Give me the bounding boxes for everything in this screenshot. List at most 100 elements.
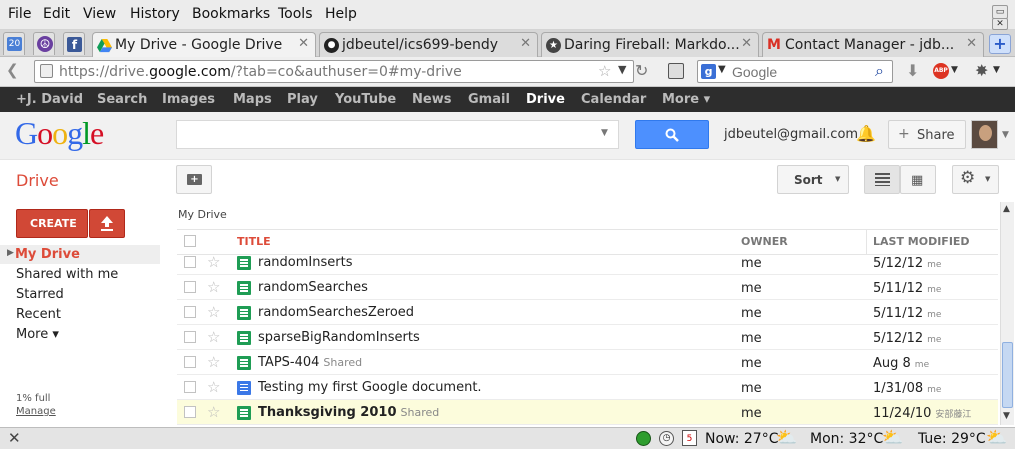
google-search-engine-icon[interactable]: g	[701, 64, 716, 79]
file-name[interactable]: randomSearchesZeroed	[258, 305, 414, 320]
menu-tools[interactable]: Tools	[278, 6, 313, 22]
gbar-search[interactable]: Search	[97, 92, 147, 107]
url-bar[interactable]: https://drive.google.com/?tab=co&authuse…	[34, 60, 648, 83]
adblock-dropdown-icon[interactable]: ▼	[951, 65, 958, 75]
star-icon[interactable]: ☆	[207, 403, 220, 421]
table-row[interactable]: ☆ TAPS-404 Shared me Aug 8 me	[177, 350, 998, 375]
print-icon[interactable]	[668, 63, 684, 79]
drive-title[interactable]: Drive	[16, 171, 59, 190]
search-icon[interactable]: ⌕	[875, 61, 884, 81]
new-folder-button[interactable]: +	[176, 165, 212, 194]
menu-file[interactable]: File	[8, 6, 31, 22]
gbar-gmail[interactable]: Gmail	[468, 92, 510, 107]
scroll-down-icon[interactable]: ▼	[1003, 411, 1010, 421]
gbar-play[interactable]: Play	[287, 92, 318, 107]
account-email[interactable]: jdbeutel@gmail.com	[724, 127, 858, 142]
table-row[interactable]: ☆ randomSearches me 5/11/12 me	[177, 275, 998, 300]
close-tab-icon[interactable]: ✕	[520, 36, 531, 51]
column-header-last-modified[interactable]: LAST MODIFIED	[873, 235, 970, 248]
bookmark-star-icon[interactable]: ☆	[598, 62, 611, 80]
row-checkbox[interactable]	[184, 306, 196, 318]
share-button[interactable]: + Share	[888, 120, 966, 149]
clock-icon[interactable]: ◷	[659, 431, 674, 446]
file-name[interactable]: sparseBigRandomInserts	[258, 330, 420, 345]
file-name[interactable]: TAPS-404 Shared	[258, 355, 362, 370]
gbar-news[interactable]: News	[412, 92, 451, 107]
close-window-icon[interactable]: ✕	[992, 18, 1008, 30]
row-checkbox[interactable]	[184, 356, 196, 368]
star-icon[interactable]: ☆	[207, 353, 220, 371]
star-icon[interactable]: ☆	[207, 255, 220, 271]
file-name[interactable]: randomSearches	[258, 280, 368, 295]
grid-view-button[interactable]: ▦	[900, 165, 936, 194]
gbar-maps[interactable]: Maps	[233, 92, 272, 107]
table-row[interactable]: ☆ Thanksgiving 2010 Shared me 11/24/10 安部藤…	[177, 400, 998, 425]
table-row[interactable]: ☆ randomInserts me 5/12/12 me	[177, 255, 998, 275]
tab-my-drive[interactable]: My Drive - Google Drive ✕	[92, 32, 316, 58]
history-dropdown-icon[interactable]: ▼	[618, 63, 626, 76]
menu-edit[interactable]: Edit	[43, 6, 70, 22]
reload-icon[interactable]: ↻	[635, 61, 648, 80]
pinned-tab-facebook[interactable]: f	[63, 32, 85, 55]
weather-now[interactable]: Now: 27°C	[705, 431, 778, 447]
select-all-checkbox[interactable]	[184, 235, 196, 247]
search-engine-dropdown-icon[interactable]: ▼	[718, 64, 726, 75]
list-view-button[interactable]	[864, 165, 900, 194]
star-icon[interactable]: ☆	[207, 378, 220, 396]
star-icon[interactable]: ☆	[207, 278, 220, 296]
table-row[interactable]: ☆ sparseBigRandomInserts me 5/12/12 me	[177, 325, 998, 350]
gbar-drive[interactable]: Drive	[526, 92, 565, 107]
table-row[interactable]: ☆ randomSearchesZeroed me 5/11/12 me	[177, 300, 998, 325]
status-green-icon[interactable]	[636, 431, 651, 446]
download-icon[interactable]: ⬇	[906, 61, 919, 80]
gbar-images[interactable]: Images	[162, 92, 215, 107]
search-input[interactable]	[732, 63, 872, 80]
close-tab-icon[interactable]: ✕	[741, 36, 752, 51]
row-checkbox[interactable]	[184, 256, 196, 268]
scroll-up-icon[interactable]: ▲	[1003, 204, 1010, 214]
vertical-scrollbar[interactable]: ▲ ▼	[1000, 202, 1014, 425]
column-header-title[interactable]: TITLE	[237, 235, 271, 248]
pinned-tab-peace[interactable]: ☮	[33, 32, 55, 55]
greasemonkey-dropdown-icon[interactable]: ▼	[993, 65, 1000, 75]
search-bar[interactable]: g ▼ ⌕	[697, 60, 893, 83]
new-tab-button[interactable]: +	[989, 34, 1011, 54]
upload-button[interactable]	[89, 209, 125, 238]
breadcrumb[interactable]: My Drive	[178, 208, 227, 221]
file-name[interactable]: Testing my first Google document.	[258, 380, 482, 395]
restore-window-icon[interactable]: ▭	[992, 5, 1008, 19]
back-icon[interactable]: ❮	[6, 61, 19, 79]
row-checkbox[interactable]	[184, 406, 196, 418]
row-checkbox[interactable]	[184, 381, 196, 393]
gbar-calendar[interactable]: Calendar	[581, 92, 646, 107]
menu-help[interactable]: Help	[325, 6, 357, 22]
pinned-tab-calendar[interactable]: 20	[3, 32, 25, 55]
file-name[interactable]: Thanksgiving 2010 Shared	[258, 405, 439, 420]
weather-monday[interactable]: Mon: 32°C	[810, 431, 883, 447]
gbar-more[interactable]: More ▾	[662, 92, 710, 107]
drive-search-input[interactable]: ▼	[176, 120, 619, 149]
search-button[interactable]	[635, 120, 709, 149]
tab-contact-manager[interactable]: M Contact Manager - jdb... ✕	[762, 32, 984, 57]
tab-github[interactable]: ● jdbeutel/ics699-bendy ✕	[319, 32, 538, 57]
file-name[interactable]: randomInserts	[258, 255, 352, 270]
scrollbar-thumb[interactable]	[1002, 342, 1013, 408]
weather-tuesday[interactable]: Tue: 29°C	[918, 431, 986, 447]
table-row[interactable]: ☆ Testing my first Google document. me 1…	[177, 375, 998, 400]
sort-button[interactable]: Sort ▼	[777, 165, 849, 194]
tab-daring-fireball[interactable]: ★ Daring Fireball: Markdo... ✕	[541, 32, 759, 57]
close-tab-icon[interactable]: ✕	[966, 36, 977, 51]
notification-bell-icon[interactable]: 🔔	[856, 124, 876, 143]
google-logo[interactable]: Google	[15, 115, 104, 152]
close-tab-icon[interactable]: ✕	[298, 36, 309, 51]
create-button[interactable]: CREATE	[16, 209, 88, 238]
row-checkbox[interactable]	[184, 331, 196, 343]
account-dropdown-icon[interactable]: ▼	[1002, 130, 1009, 140]
star-icon[interactable]: ☆	[207, 303, 220, 321]
settings-button[interactable]: ⚙ ▼	[952, 165, 999, 194]
close-addon-bar-icon[interactable]: ✕	[8, 429, 21, 447]
avatar[interactable]	[971, 120, 998, 149]
adblock-plus-icon[interactable]: ABP	[933, 63, 949, 79]
menu-history[interactable]: History	[130, 6, 180, 22]
star-icon[interactable]: ☆	[207, 328, 220, 346]
